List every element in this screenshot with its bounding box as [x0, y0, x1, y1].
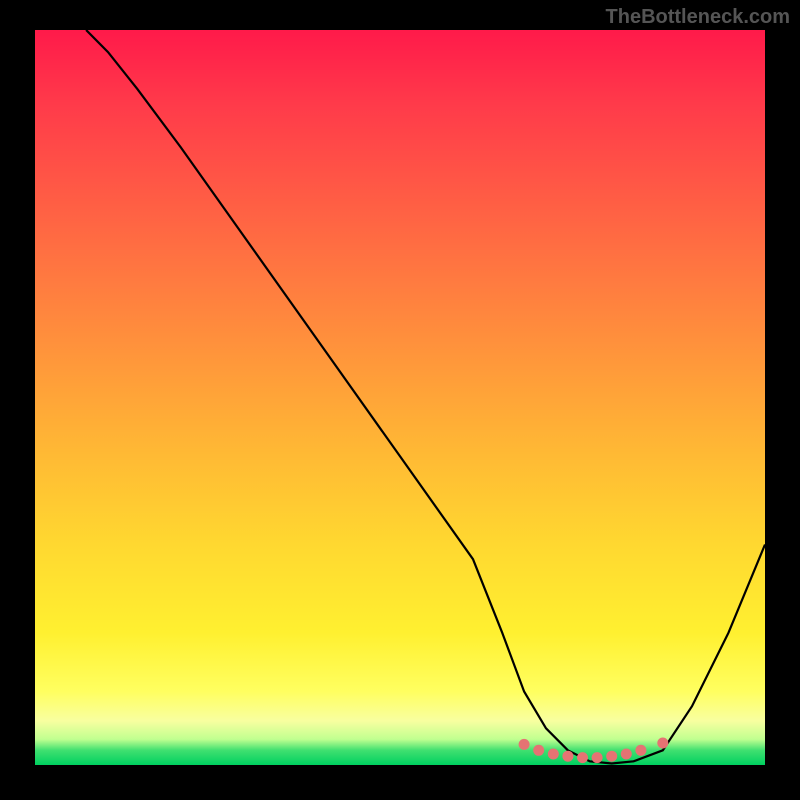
optimal-marker [657, 738, 668, 749]
optimal-marker [592, 752, 603, 763]
optimal-zone-markers [519, 738, 669, 764]
chart-svg [35, 30, 765, 765]
optimal-marker [533, 745, 544, 756]
optimal-marker [606, 751, 617, 762]
optimal-marker [577, 752, 588, 763]
optimal-marker [519, 739, 530, 750]
optimal-marker [635, 745, 646, 756]
optimal-marker [562, 751, 573, 762]
plot-area [35, 30, 765, 765]
watermark-text: TheBottleneck.com [606, 6, 790, 29]
optimal-marker [548, 749, 559, 760]
optimal-marker [621, 749, 632, 760]
bottleneck-curve [86, 30, 765, 764]
